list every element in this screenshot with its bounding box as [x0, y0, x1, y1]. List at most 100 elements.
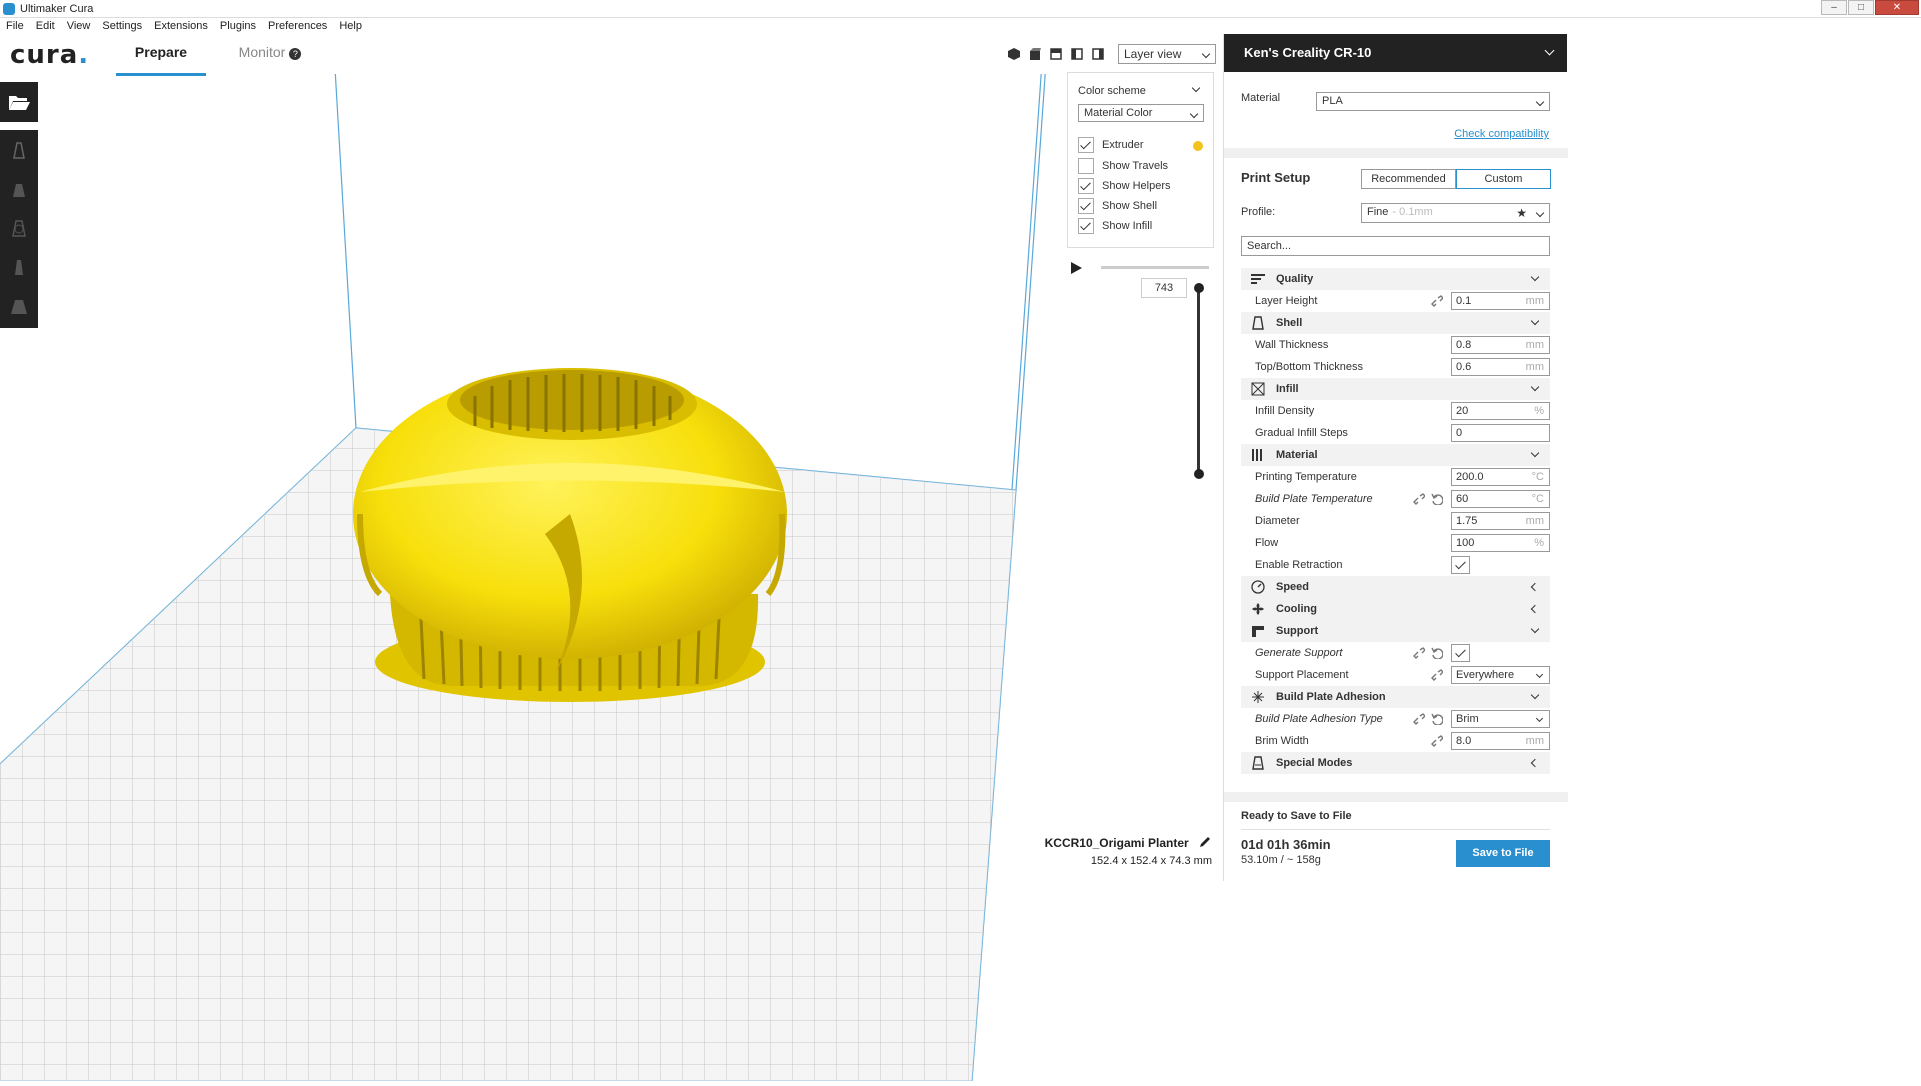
printing-temperature-input[interactable]: 200.0 °C	[1451, 468, 1550, 486]
check-compatibility-link[interactable]: Check compatibility	[1454, 128, 1549, 140]
diameter-input[interactable]: 1.75 mm	[1451, 512, 1550, 530]
link-icon[interactable]	[1431, 735, 1443, 747]
chevron-down-icon[interactable]	[1191, 83, 1201, 93]
category-material[interactable]: Material	[1241, 444, 1550, 466]
job-name[interactable]: KCCR10_Origami Planter	[1045, 836, 1189, 850]
category-build-plate-adhesion[interactable]: Build Plate Adhesion	[1241, 686, 1550, 708]
settings-search-input[interactable]: Search...	[1241, 236, 1550, 256]
setting-layer-height: Layer Height 0.1 mm	[1241, 290, 1550, 312]
setting-value: 0.8	[1456, 339, 1472, 351]
extruder-checkbox[interactable]	[1078, 137, 1094, 153]
menu-bar: File Edit View Settings Extensions Plugi…	[0, 18, 1921, 34]
chevron-left-icon	[1530, 582, 1540, 592]
build-plate-temperature-input[interactable]: 60 °C	[1451, 490, 1550, 508]
show-shell-checkbox[interactable]	[1078, 198, 1094, 214]
menu-extensions[interactable]: Extensions	[154, 18, 208, 34]
profile-value: Fine	[1367, 206, 1389, 218]
setting-value: 0.6	[1456, 361, 1472, 373]
3d-viewport[interactable]: Layer view	[0, 33, 1222, 1082]
option-show-helpers[interactable]: Show Helpers	[1078, 177, 1170, 195]
wall-thickness-input[interactable]: 0.8 mm	[1451, 336, 1550, 354]
open-file-button[interactable]	[0, 82, 38, 122]
layer-slider-lower-handle[interactable]	[1194, 469, 1204, 479]
brim-width-input[interactable]: 8.0 mm	[1451, 732, 1550, 750]
minimize-button[interactable]: –	[1821, 0, 1847, 15]
maximize-button[interactable]: □	[1848, 0, 1874, 15]
category-label: Material	[1276, 449, 1318, 461]
menu-settings[interactable]: Settings	[102, 18, 142, 34]
top-bottom-thickness-input[interactable]: 0.6 mm	[1451, 358, 1550, 376]
current-layer-input[interactable]: 743	[1141, 278, 1187, 298]
star-icon[interactable]: ★	[1516, 205, 1527, 222]
flow-input[interactable]: 100%	[1451, 534, 1550, 552]
show-travels-checkbox[interactable]	[1078, 158, 1094, 174]
menu-help[interactable]: Help	[339, 18, 362, 34]
menu-plugins[interactable]: Plugins	[220, 18, 256, 34]
layer-slider-track[interactable]	[1197, 288, 1200, 474]
material-select[interactable]: PLA	[1316, 92, 1550, 111]
category-speed[interactable]: Speed	[1241, 576, 1550, 598]
category-shell[interactable]: Shell	[1241, 312, 1550, 334]
option-show-shell[interactable]: Show Shell	[1078, 197, 1157, 215]
mirror-tool-button[interactable]	[0, 247, 38, 286]
menu-file[interactable]: File	[6, 18, 24, 34]
generate-support-checkbox[interactable]	[1451, 644, 1470, 662]
category-infill[interactable]: Infill	[1241, 378, 1550, 400]
show-infill-checkbox[interactable]	[1078, 218, 1094, 234]
reset-icon[interactable]	[1431, 713, 1443, 725]
scale-tool-button[interactable]	[0, 169, 38, 208]
reset-icon[interactable]	[1431, 647, 1443, 659]
close-button[interactable]: ✕	[1875, 0, 1919, 15]
category-label: Cooling	[1276, 603, 1317, 615]
path-slider[interactable]	[1101, 266, 1209, 269]
category-support[interactable]: Support	[1241, 620, 1550, 642]
show-travels-label: Show Travels	[1102, 160, 1169, 172]
layer-slider-upper-handle[interactable]	[1194, 283, 1204, 293]
extruder-label: Extruder	[1102, 139, 1144, 151]
link-icon[interactable]	[1431, 669, 1443, 681]
rotate-tool-button[interactable]	[0, 208, 38, 247]
option-show-infill[interactable]: Show Infill	[1078, 217, 1152, 235]
setting-diameter: Diameter 1.75 mm	[1241, 510, 1550, 532]
category-label: Quality	[1276, 273, 1314, 285]
link-icon[interactable]	[1413, 493, 1425, 505]
chevron-down-icon	[1189, 109, 1199, 119]
show-helpers-checkbox[interactable]	[1078, 178, 1094, 194]
category-quality[interactable]: Quality	[1241, 268, 1550, 290]
adhesion-type-select[interactable]: Brim	[1451, 710, 1550, 728]
layer-height-input[interactable]: 0.1 mm	[1451, 292, 1550, 310]
reset-icon[interactable]	[1431, 493, 1443, 505]
menu-view[interactable]: View	[67, 18, 91, 34]
color-scheme-select[interactable]: Material Color	[1078, 104, 1204, 122]
link-icon[interactable]	[1431, 295, 1443, 307]
tab-recommended[interactable]: Recommended	[1361, 169, 1456, 189]
link-icon[interactable]	[1413, 713, 1425, 725]
save-to-file-button[interactable]: Save to File	[1456, 840, 1550, 867]
menu-preferences[interactable]: Preferences	[268, 18, 327, 34]
tab-prepare[interactable]: Prepare	[116, 44, 206, 76]
link-icon[interactable]	[1413, 647, 1425, 659]
category-cooling[interactable]: Cooling	[1241, 598, 1550, 620]
chevron-down-icon	[1530, 690, 1540, 700]
enable-retraction-checkbox[interactable]	[1451, 556, 1470, 574]
shell-icon	[1252, 316, 1264, 330]
setting-label: Support Placement	[1255, 669, 1349, 681]
printer-select[interactable]: Ken's Creality CR-10	[1224, 34, 1567, 72]
support-placement-select[interactable]: Everywhere	[1451, 666, 1550, 684]
tab-custom[interactable]: Custom	[1456, 169, 1551, 189]
infill-density-input[interactable]: 20%	[1451, 402, 1550, 420]
left-toolbar	[0, 82, 38, 328]
move-tool-button[interactable]	[0, 130, 38, 169]
mirror-icon	[15, 259, 23, 275]
category-special-modes[interactable]: Special Modes	[1241, 752, 1550, 774]
menu-edit[interactable]: Edit	[36, 18, 55, 34]
setting-enable-retraction: Enable Retraction	[1241, 554, 1550, 576]
play-simulation-icon[interactable]	[1071, 262, 1082, 274]
gradual-infill-input[interactable]: 0	[1451, 424, 1550, 442]
profile-select[interactable]: Fine - 0.1mm ★	[1361, 203, 1550, 223]
edit-pencil-icon[interactable]	[1198, 835, 1212, 849]
option-extruder[interactable]: Extruder	[1078, 136, 1144, 154]
per-model-settings-button[interactable]	[0, 286, 38, 325]
option-show-travels[interactable]: Show Travels	[1078, 157, 1168, 175]
tab-monitor[interactable]: Monitor?	[230, 44, 310, 76]
